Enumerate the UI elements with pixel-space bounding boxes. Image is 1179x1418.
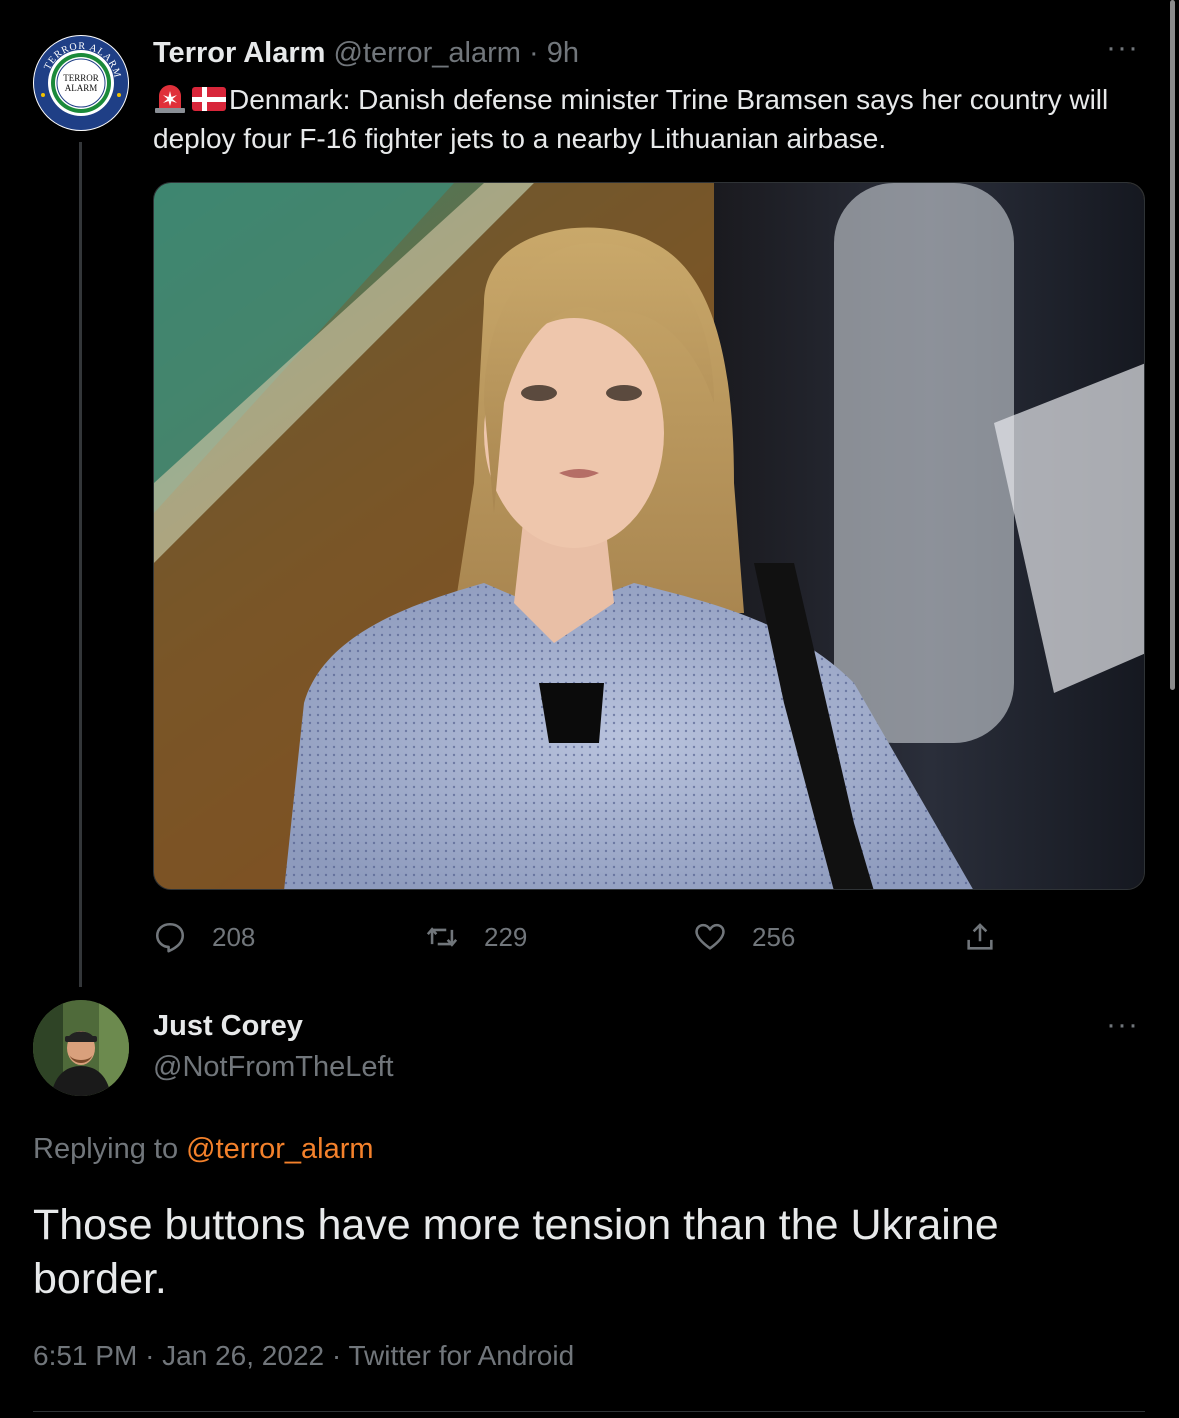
svg-text:ALARM: ALARM: [65, 83, 98, 93]
retweet-button[interactable]: 229: [425, 915, 527, 959]
replying-to: Replying to @terror_alarm: [33, 1133, 374, 1166]
reply-author-handle[interactable]: @NotFromTheLeft: [153, 1051, 394, 1084]
reply-tweet-meta: 6:51 PM · Jan 26, 2022 · Twitter for And…: [33, 1340, 574, 1372]
replying-prefix: Replying to: [33, 1133, 179, 1165]
tweet-header: Terror Alarm @terror_alarm · 9h: [153, 36, 579, 70]
scrollbar[interactable]: [1170, 0, 1175, 690]
thread-connector-line: [79, 142, 82, 987]
more-options-icon[interactable]: ···: [1106, 33, 1139, 63]
terror-alarm-avatar[interactable]: TERROR ALARM TERROR ALARM: [33, 35, 129, 131]
retweet-icon: [426, 927, 458, 947]
meta-separator-1: ·: [145, 1340, 155, 1371]
author-name[interactable]: Terror Alarm: [153, 37, 325, 69]
reply-tweet-text: Those buttons have more tension than the…: [33, 1201, 999, 1303]
reply-date[interactable]: Jan 26, 2022: [162, 1340, 324, 1371]
reply-button[interactable]: 208: [153, 915, 255, 959]
like-count: 256: [752, 921, 796, 952]
reply-author-name[interactable]: Just Corey: [153, 1010, 303, 1043]
tweet-photo[interactable]: [153, 182, 1145, 890]
reply-count: 208: [212, 921, 256, 952]
denmark-flag-icon: [191, 84, 227, 112]
tweet-time[interactable]: 9h: [547, 37, 579, 69]
police-siren-icon: [153, 84, 187, 114]
tweet-actions: 208 229 256: [153, 915, 1145, 959]
retweet-count: 229: [484, 921, 528, 952]
share-button[interactable]: [963, 915, 1022, 959]
reply-source[interactable]: Twitter for Android: [348, 1340, 574, 1371]
meta-separator-2: ·: [331, 1340, 342, 1371]
like-button[interactable]: 256: [693, 915, 795, 959]
header-separator: ·: [528, 37, 539, 69]
share-icon: [967, 923, 993, 950]
reply-more-options-icon[interactable]: ···: [1106, 1010, 1139, 1040]
tweet-body-text: Denmark: Danish defense minister Trine B…: [153, 84, 1109, 154]
author-handle[interactable]: @terror_alarm: [334, 37, 521, 69]
heart-icon: [695, 923, 725, 950]
reply-time[interactable]: 6:51 PM: [33, 1340, 137, 1371]
svg-text:TERROR: TERROR: [63, 73, 99, 83]
tweet-text: Denmark: Danish defense minister Trine B…: [153, 80, 1143, 158]
divider: [33, 1411, 1145, 1412]
replying-to-mention[interactable]: @terror_alarm: [186, 1133, 373, 1165]
reply-icon: [155, 922, 185, 953]
just-corey-avatar[interactable]: [33, 1000, 129, 1096]
